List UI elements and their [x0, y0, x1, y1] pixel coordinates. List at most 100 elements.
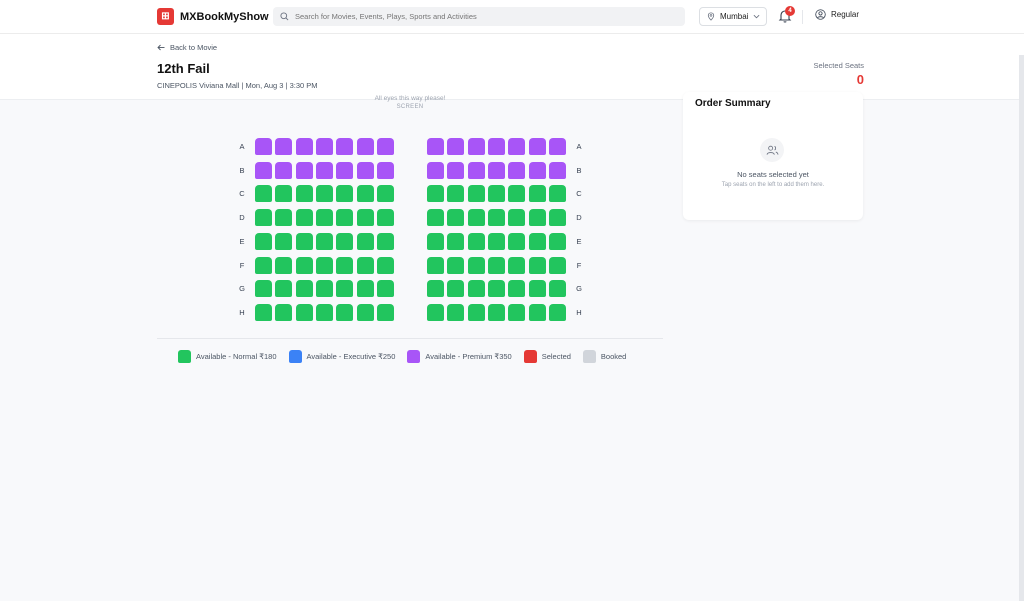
seat-e-1[interactable] [255, 233, 272, 250]
seat-h-10[interactable] [468, 304, 485, 321]
seat-b-4[interactable] [316, 162, 333, 179]
seat-d-5[interactable] [336, 209, 353, 226]
seat-h-8[interactable] [427, 304, 444, 321]
seat-g-9[interactable] [447, 280, 464, 297]
seat-e-13[interactable] [529, 233, 546, 250]
seat-b-11[interactable] [488, 162, 505, 179]
seat-c-14[interactable] [549, 185, 566, 202]
seat-c-7[interactable] [377, 185, 394, 202]
seat-e-9[interactable] [447, 233, 464, 250]
seat-c-4[interactable] [316, 185, 333, 202]
seat-c-8[interactable] [427, 185, 444, 202]
seat-g-2[interactable] [275, 280, 292, 297]
seat-h-11[interactable] [488, 304, 505, 321]
seat-b-5[interactable] [336, 162, 353, 179]
seat-g-7[interactable] [377, 280, 394, 297]
seat-e-14[interactable] [549, 233, 566, 250]
seat-b-13[interactable] [529, 162, 546, 179]
seat-c-6[interactable] [357, 185, 374, 202]
seat-e-10[interactable] [468, 233, 485, 250]
seat-a-10[interactable] [468, 138, 485, 155]
seat-a-4[interactable] [316, 138, 333, 155]
seat-b-3[interactable] [296, 162, 313, 179]
seat-d-2[interactable] [275, 209, 292, 226]
seat-c-3[interactable] [296, 185, 313, 202]
seat-b-10[interactable] [468, 162, 485, 179]
seat-g-4[interactable] [316, 280, 333, 297]
seat-e-11[interactable] [488, 233, 505, 250]
seat-f-8[interactable] [427, 257, 444, 274]
seat-f-12[interactable] [508, 257, 525, 274]
seat-f-5[interactable] [336, 257, 353, 274]
seat-h-13[interactable] [529, 304, 546, 321]
seat-d-13[interactable] [529, 209, 546, 226]
seat-f-13[interactable] [529, 257, 546, 274]
seat-a-7[interactable] [377, 138, 394, 155]
seat-e-5[interactable] [336, 233, 353, 250]
seat-f-7[interactable] [377, 257, 394, 274]
seat-a-11[interactable] [488, 138, 505, 155]
seat-d-10[interactable] [468, 209, 485, 226]
seat-g-14[interactable] [549, 280, 566, 297]
page-scrollbar[interactable] [1019, 55, 1024, 601]
seat-f-11[interactable] [488, 257, 505, 274]
seat-c-10[interactable] [468, 185, 485, 202]
seat-g-3[interactable] [296, 280, 313, 297]
seat-e-12[interactable] [508, 233, 525, 250]
seat-a-8[interactable] [427, 138, 444, 155]
search-bar[interactable] [273, 7, 685, 26]
seat-d-1[interactable] [255, 209, 272, 226]
seat-g-1[interactable] [255, 280, 272, 297]
seat-d-8[interactable] [427, 209, 444, 226]
seat-f-6[interactable] [357, 257, 374, 274]
seat-b-8[interactable] [427, 162, 444, 179]
seat-d-3[interactable] [296, 209, 313, 226]
seat-h-9[interactable] [447, 304, 464, 321]
seat-f-3[interactable] [296, 257, 313, 274]
seat-a-9[interactable] [447, 138, 464, 155]
seat-d-4[interactable] [316, 209, 333, 226]
seat-f-10[interactable] [468, 257, 485, 274]
seat-h-5[interactable] [336, 304, 353, 321]
seat-d-11[interactable] [488, 209, 505, 226]
seat-g-11[interactable] [488, 280, 505, 297]
seat-g-12[interactable] [508, 280, 525, 297]
seat-a-12[interactable] [508, 138, 525, 155]
seat-f-14[interactable] [549, 257, 566, 274]
seat-b-6[interactable] [357, 162, 374, 179]
seat-e-6[interactable] [357, 233, 374, 250]
seat-b-1[interactable] [255, 162, 272, 179]
seat-b-2[interactable] [275, 162, 292, 179]
seat-h-4[interactable] [316, 304, 333, 321]
seat-f-2[interactable] [275, 257, 292, 274]
seat-c-2[interactable] [275, 185, 292, 202]
city-selector[interactable]: Mumbai [699, 7, 767, 26]
seat-b-12[interactable] [508, 162, 525, 179]
seat-b-14[interactable] [549, 162, 566, 179]
seat-h-6[interactable] [357, 304, 374, 321]
seat-d-7[interactable] [377, 209, 394, 226]
seat-h-3[interactable] [296, 304, 313, 321]
seat-f-1[interactable] [255, 257, 272, 274]
seat-b-7[interactable] [377, 162, 394, 179]
seat-g-8[interactable] [427, 280, 444, 297]
seat-d-14[interactable] [549, 209, 566, 226]
seat-a-1[interactable] [255, 138, 272, 155]
seat-c-9[interactable] [447, 185, 464, 202]
seat-b-9[interactable] [447, 162, 464, 179]
user-menu[interactable]: Regular [815, 9, 859, 20]
search-input[interactable] [295, 12, 675, 21]
seat-a-5[interactable] [336, 138, 353, 155]
seat-g-5[interactable] [336, 280, 353, 297]
seat-g-13[interactable] [529, 280, 546, 297]
seat-h-1[interactable] [255, 304, 272, 321]
seat-a-2[interactable] [275, 138, 292, 155]
seat-e-2[interactable] [275, 233, 292, 250]
seat-h-7[interactable] [377, 304, 394, 321]
seat-a-14[interactable] [549, 138, 566, 155]
seat-g-10[interactable] [468, 280, 485, 297]
seat-c-1[interactable] [255, 185, 272, 202]
seat-f-9[interactable] [447, 257, 464, 274]
seat-h-2[interactable] [275, 304, 292, 321]
brand[interactable]: ⊞ MXBookMyShow [157, 8, 269, 25]
